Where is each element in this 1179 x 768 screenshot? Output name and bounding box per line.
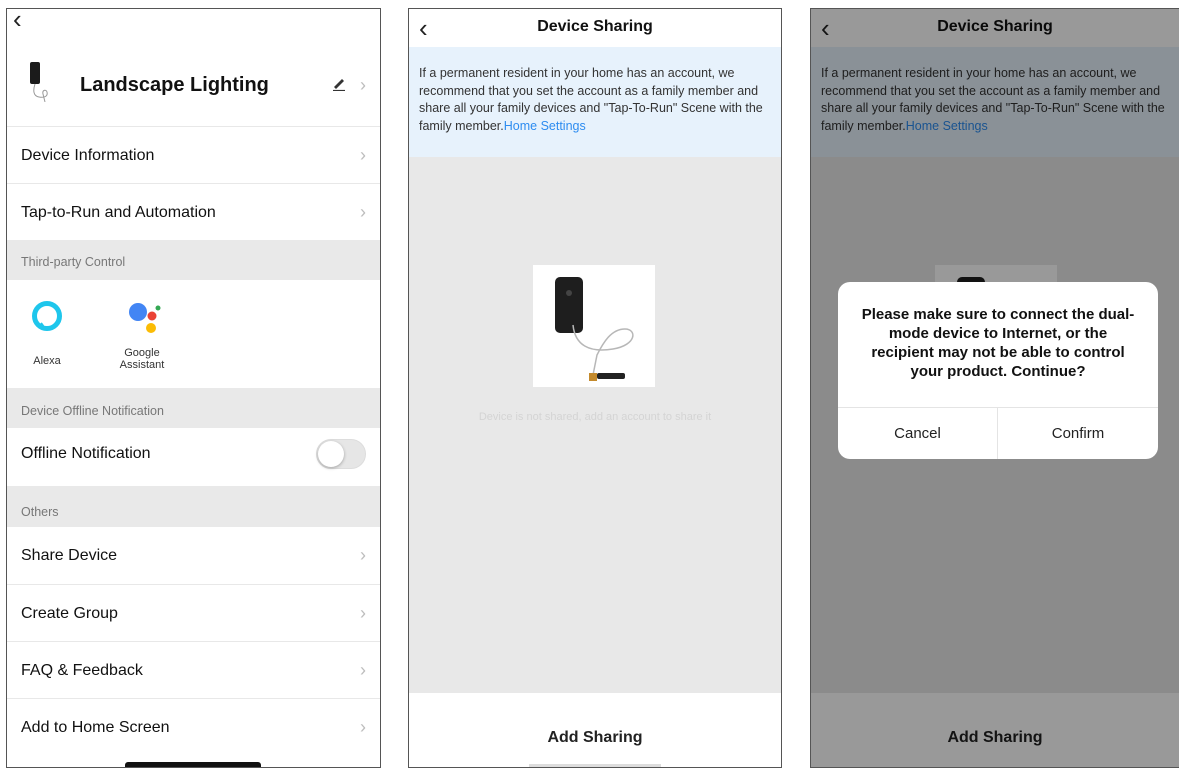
alexa-icon [32, 301, 62, 331]
pencil-icon[interactable] [332, 77, 346, 91]
chevron-right-icon: › [360, 603, 366, 623]
home-indicator [125, 762, 261, 767]
alexa-label: Alexa [33, 355, 61, 367]
device-sharing-screen: ‹ Device Sharing If a permanent resident… [408, 8, 782, 768]
add-sharing-label: Add Sharing [547, 729, 643, 746]
add-sharing-button[interactable]: Add Sharing [409, 693, 781, 767]
offline-notification-row: Offline Notification [7, 428, 380, 486]
section-label: Third-party Control [21, 255, 126, 269]
offline-notification-label: Offline Notification [21, 445, 151, 462]
create-group-row[interactable]: Create Group › [7, 584, 380, 642]
section-label: Device Offline Notification [21, 404, 164, 418]
section-third-party: Third-party Control [7, 240, 380, 280]
third-party-grid: Alexa Google Assistant [7, 280, 380, 388]
confirm-dialog: Please make sure to connect the dual-mod… [838, 282, 1158, 459]
google-label-line2: Assistant [119, 359, 165, 371]
cancel-button[interactable]: Cancel [838, 408, 998, 459]
share-device-row[interactable]: Share Device › [7, 527, 380, 584]
chevron-right-icon: › [360, 660, 366, 680]
home-settings-link[interactable]: Home Settings [504, 119, 586, 133]
notice-text: If a permanent resident in your home has… [419, 66, 763, 133]
google-assistant-item[interactable]: Google Assistant [107, 300, 177, 371]
chevron-right-icon: › [360, 75, 366, 95]
device-header: Landscape Lighting › [7, 47, 380, 137]
back-icon[interactable]: ‹ [13, 9, 22, 32]
faq-row[interactable]: FAQ & Feedback › [7, 641, 380, 699]
tap-to-run-label: Tap-to-Run and Automation [21, 204, 216, 221]
chevron-right-icon: › [360, 202, 366, 222]
chevron-right-icon: › [360, 717, 366, 737]
create-group-label: Create Group [21, 605, 118, 622]
add-home-row[interactable]: Add to Home Screen › [7, 698, 380, 756]
faq-label: FAQ & Feedback [21, 662, 143, 679]
device-settings-screen: ‹ Landscape Lighting › Device Informatio… [6, 8, 381, 768]
chevron-right-icon: › [360, 545, 366, 565]
section-others: Others [7, 486, 380, 527]
share-device-label: Share Device [21, 547, 118, 564]
alexa-item[interactable]: Alexa [21, 300, 73, 367]
dialog-message: Please make sure to connect the dual-mod… [861, 306, 1135, 380]
section-offline: Device Offline Notification [7, 388, 380, 428]
google-label-line1: Google [124, 347, 160, 359]
tap-to-run-row[interactable]: Tap-to-Run and Automation › [7, 183, 380, 241]
device-name: Landscape Lighting [80, 74, 269, 96]
page-title: Device Sharing [537, 18, 653, 35]
chevron-right-icon: › [360, 145, 366, 165]
device-information-row[interactable]: Device Information › [7, 126, 380, 184]
offline-notification-toggle[interactable] [316, 439, 366, 469]
info-notice: If a permanent resident in your home has… [409, 47, 781, 157]
device-information-label: Device Information [21, 147, 155, 164]
empty-state-text: Device is not shared, add an account to … [478, 411, 712, 423]
sharing-list-empty: Device is not shared, add an account to … [409, 157, 781, 693]
section-label: Others [21, 505, 59, 519]
add-home-label: Add to Home Screen [21, 719, 170, 736]
confirm-button[interactable]: Confirm [998, 408, 1158, 459]
device-thumbnail-icon [30, 62, 48, 102]
device-photo [533, 265, 655, 387]
google-assistant-icon [129, 303, 161, 333]
device-sharing-dialog-screen: ‹ Device Sharing If a permanent resident… [810, 8, 1179, 768]
